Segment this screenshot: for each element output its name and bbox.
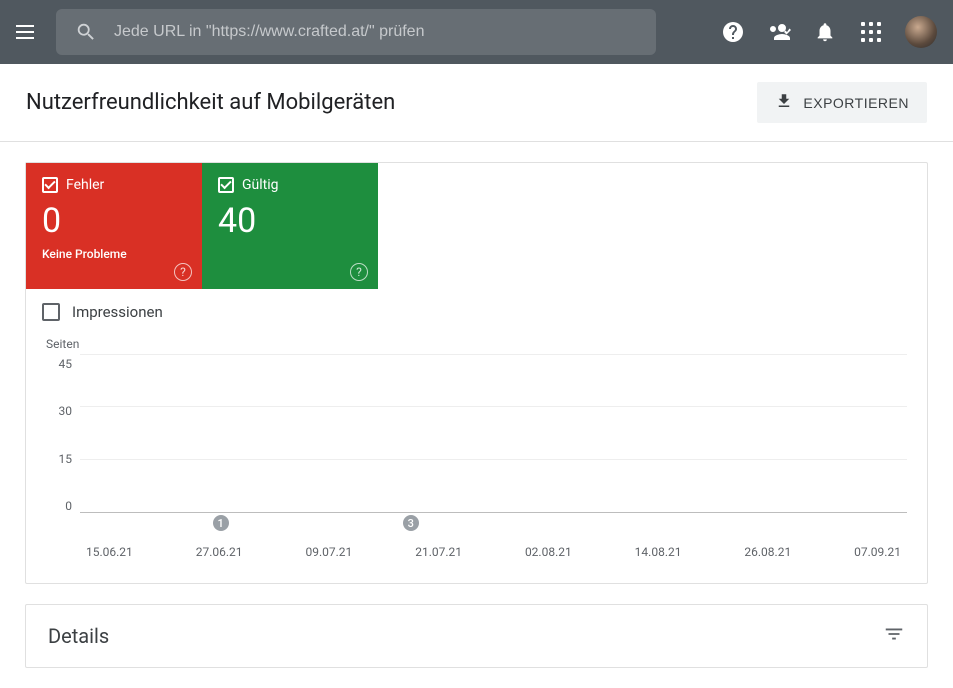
url-search-box[interactable]: [56, 9, 656, 55]
chart-ylabel: Seiten: [46, 337, 907, 351]
search-input[interactable]: [114, 23, 638, 41]
checkbox-checked-icon: [218, 177, 234, 193]
export-label: EXPORTIEREN: [803, 95, 909, 111]
export-button[interactable]: EXPORTIEREN: [757, 82, 927, 123]
download-icon: [775, 92, 793, 113]
checkbox-checked-icon: [42, 177, 58, 193]
users-icon[interactable]: [767, 20, 791, 44]
tile-error-label: Fehler: [66, 177, 104, 193]
chart-marker[interactable]: 1: [213, 515, 229, 531]
tile-error[interactable]: Fehler 0 Keine Probleme ?: [26, 163, 202, 289]
impressions-checkbox[interactable]: [42, 303, 60, 321]
x-tick: 07.09.21: [854, 545, 901, 559]
tile-valid[interactable]: Gültig 40 ?: [202, 163, 378, 289]
tile-valid-label: Gültig: [242, 177, 279, 193]
details-title: Details: [48, 624, 109, 648]
x-tick: 09.07.21: [305, 545, 352, 559]
help-icon[interactable]: ?: [174, 263, 192, 281]
tile-valid-value: 40: [218, 201, 362, 241]
search-icon: [74, 20, 98, 44]
chart: Seiten 4530150 13 15.06.2127.06.2109.07.…: [26, 327, 927, 583]
apps-icon[interactable]: [859, 20, 883, 44]
x-tick: 26.08.21: [744, 545, 791, 559]
chart-marker[interactable]: 3: [403, 515, 419, 531]
page-title: Nutzerfreundlichkeit auf Mobilgeräten: [26, 90, 395, 115]
notifications-icon[interactable]: [813, 20, 837, 44]
x-tick: 15.06.21: [86, 545, 133, 559]
avatar[interactable]: [905, 16, 937, 48]
filter-icon[interactable]: [883, 623, 905, 649]
x-tick: 14.08.21: [635, 545, 682, 559]
help-icon[interactable]: ?: [350, 263, 368, 281]
x-tick: 27.06.21: [196, 545, 243, 559]
x-tick: 02.08.21: [525, 545, 572, 559]
tile-error-value: 0: [42, 201, 186, 241]
tile-error-sub: Keine Probleme: [42, 247, 186, 261]
menu-button[interactable]: [16, 20, 40, 44]
impressions-label: Impressionen: [72, 303, 163, 321]
x-tick: 21.07.21: [415, 545, 462, 559]
help-icon[interactable]: [721, 20, 745, 44]
